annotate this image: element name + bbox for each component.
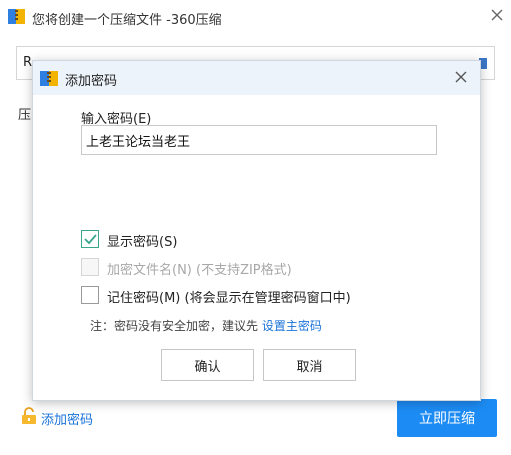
- compress-now-button[interactable]: 立即压缩: [397, 399, 497, 437]
- set-master-password-link[interactable]: 设置主密码: [262, 319, 322, 333]
- compress-format-label: 压: [18, 108, 32, 123]
- close-icon[interactable]: [486, 4, 508, 26]
- dialog-title: 添加密码: [65, 74, 118, 89]
- remember-password-checkbox[interactable]: [81, 286, 99, 304]
- show-password-label: 显示密码(S): [107, 235, 178, 250]
- security-note: 注：密码没有安全加密，建议先 设置主密码: [90, 317, 322, 334]
- encrypt-filename-label: 加密文件名(N) (不支持ZIP格式): [107, 263, 292, 278]
- close-icon[interactable]: [450, 66, 472, 88]
- output-path-value: R: [23, 55, 33, 70]
- checkmark-icon: [84, 234, 97, 245]
- add-password-dialog: 添加密码 输入密码(E) 显示密码(S) 加密文件名(N) (不支持ZIP格式)…: [32, 60, 481, 401]
- dialog-titlebar: 添加密码: [33, 61, 480, 95]
- show-password-checkbox[interactable]: [81, 230, 99, 248]
- remember-password-label: 记住密码(M) (将会显示在管理密码窗口中): [107, 291, 351, 306]
- main-titlebar: 您将创建一个压缩文件 -360压缩: [0, 0, 511, 34]
- encrypt-filename-checkbox: [81, 258, 99, 276]
- add-password-label: 添加密码: [41, 413, 94, 428]
- password-input[interactable]: [81, 125, 437, 155]
- window-title: 您将创建一个压缩文件 -360压缩: [32, 13, 222, 28]
- confirm-button[interactable]: 确认: [161, 349, 254, 381]
- 360-zip-icon: [8, 9, 25, 24]
- 360-zip-icon: [40, 71, 58, 86]
- cancel-button[interactable]: 取消: [263, 349, 356, 381]
- security-note-text: 注：密码没有安全加密，建议先: [90, 319, 262, 333]
- lock-icon: [22, 407, 36, 424]
